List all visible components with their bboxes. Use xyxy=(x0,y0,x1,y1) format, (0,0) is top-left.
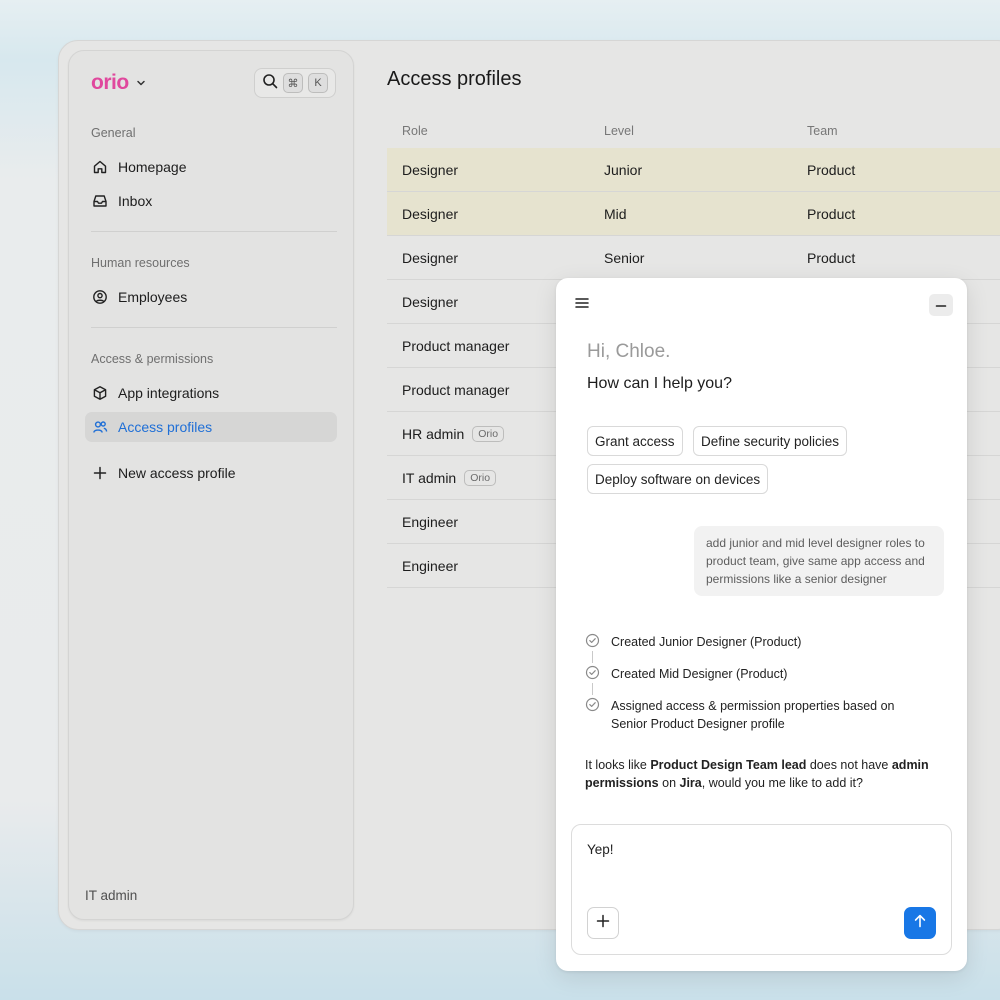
role-text: Designer xyxy=(402,249,459,266)
role-text: Engineer xyxy=(402,557,459,574)
chevron-down-icon xyxy=(135,77,147,89)
menu-button[interactable] xyxy=(570,294,594,316)
user-message: add junior and mid level designer roles … xyxy=(694,526,944,596)
check-circle-icon xyxy=(585,697,600,733)
suggestion-deploy-software[interactable]: Deploy software on devices xyxy=(587,464,769,494)
suggestion-define-security-policies[interactable]: Define security policies xyxy=(693,426,848,456)
attach-button[interactable] xyxy=(587,907,619,939)
users-icon xyxy=(92,419,108,435)
check-circle-icon xyxy=(585,633,600,651)
reply-text: does not have xyxy=(806,758,892,772)
arrow-up-icon xyxy=(913,914,927,933)
plus-icon xyxy=(92,465,108,481)
user-circle-icon xyxy=(92,289,108,305)
brand-logo: orio xyxy=(91,71,129,94)
step-connector xyxy=(592,683,593,695)
table-row[interactable]: Designer Senior Product xyxy=(387,236,1000,280)
section-label-access-permissions: Access & permissions xyxy=(91,352,214,366)
cell-level: Mid xyxy=(604,205,627,222)
search-icon xyxy=(262,73,278,94)
role-text: Designer xyxy=(402,293,459,310)
section-label-general: General xyxy=(91,126,136,140)
menu-icon xyxy=(575,296,589,314)
section-label-human-resources: Human resources xyxy=(91,256,190,270)
step-text: Assigned access & permission properties … xyxy=(611,699,895,731)
step-text: Created Junior Designer (Product) xyxy=(611,635,802,649)
reply-text: , would you me like to add it? xyxy=(701,776,863,790)
new-access-profile-button[interactable]: New access profile xyxy=(85,458,337,488)
divider xyxy=(91,231,337,232)
cell-role: Designer xyxy=(387,206,589,222)
reply-text: It looks like xyxy=(585,758,651,772)
role-text: Designer xyxy=(402,161,459,178)
sidebar-item-label: Inbox xyxy=(118,193,153,209)
system-badge: Orio xyxy=(472,425,505,442)
role-text: HR admin xyxy=(402,425,465,442)
cell-role: Designer xyxy=(387,250,589,266)
cell-role: Designer xyxy=(387,162,589,178)
cube-icon xyxy=(92,385,108,401)
role-text: Product manager xyxy=(402,337,510,354)
system-badge: Orio xyxy=(464,469,497,486)
column-header-role[interactable]: Role xyxy=(387,124,589,138)
shortcut-letter-key: K xyxy=(308,73,328,93)
cell-team: Product xyxy=(807,249,856,266)
send-button[interactable] xyxy=(904,907,936,939)
reply-text: on xyxy=(658,776,680,790)
step-item: Created Junior Designer (Product) xyxy=(585,633,801,651)
role-text: IT admin xyxy=(402,469,457,486)
sidebar-item-label: App integrations xyxy=(118,385,220,401)
minimize-icon xyxy=(935,296,947,314)
role-text: Designer xyxy=(402,205,459,222)
reply-emphasis: Jira xyxy=(679,776,702,790)
step-connector xyxy=(592,651,593,663)
assistant-reply: It looks like Product Design Team lead d… xyxy=(585,756,945,792)
help-prompt: How can I help you? xyxy=(587,375,732,392)
sidebar-item-homepage[interactable]: Homepage xyxy=(85,152,337,182)
minimize-button[interactable] xyxy=(929,294,953,316)
column-header-level[interactable]: Level xyxy=(589,124,791,138)
table-header: Role Level Team xyxy=(387,114,1000,148)
cell-level: Senior xyxy=(604,249,645,266)
sidebar-item-label: Employees xyxy=(118,289,188,305)
sidebar-item-inbox[interactable]: Inbox xyxy=(85,186,337,216)
check-circle-icon xyxy=(585,665,600,683)
sidebar-item-label: Access profiles xyxy=(118,419,213,435)
composer-input[interactable]: Yep! xyxy=(587,842,614,857)
current-role-label: IT admin xyxy=(85,888,138,903)
step-item: Assigned access & permission properties … xyxy=(585,697,915,733)
sidebar-item-app-integrations[interactable]: App integrations xyxy=(85,378,337,408)
sidebar: orio ⌘ K General Homepage Inbox Human re… xyxy=(68,50,354,920)
workspace-switcher[interactable]: orio xyxy=(91,71,147,95)
table-row[interactable]: Designer Mid Product xyxy=(387,192,1000,236)
assistant-panel: Hi, Chloe. How can I help you? Grant acc… xyxy=(556,278,967,971)
message-composer[interactable]: Yep! xyxy=(571,824,952,955)
plus-icon xyxy=(596,914,610,933)
table-row[interactable]: Designer Junior Product xyxy=(387,148,1000,192)
cell-level: Junior xyxy=(604,161,643,178)
cell-team: Product xyxy=(807,161,856,178)
suggestion-grant-access[interactable]: Grant access xyxy=(587,426,683,456)
step-item: Created Mid Designer (Product) xyxy=(585,665,787,683)
inbox-icon xyxy=(92,193,108,209)
role-text: Product manager xyxy=(402,381,510,398)
step-text: Created Mid Designer (Product) xyxy=(611,667,788,681)
greeting: Hi, Chloe. xyxy=(587,341,671,362)
home-icon xyxy=(92,159,108,175)
sidebar-item-access-profiles[interactable]: Access profiles xyxy=(85,412,337,442)
new-access-profile-label: New access profile xyxy=(118,465,236,481)
page-title: Access profiles xyxy=(387,68,522,90)
divider xyxy=(91,327,337,328)
search-button[interactable]: ⌘ K xyxy=(254,68,336,98)
role-text: Engineer xyxy=(402,513,459,530)
column-header-team[interactable]: Team xyxy=(791,124,1000,138)
shortcut-mod-key: ⌘ xyxy=(283,73,303,93)
sidebar-item-employees[interactable]: Employees xyxy=(85,282,337,312)
sidebar-item-label: Homepage xyxy=(118,159,187,175)
cell-team: Product xyxy=(807,205,856,222)
reply-emphasis: Product Design Team lead xyxy=(650,758,807,772)
